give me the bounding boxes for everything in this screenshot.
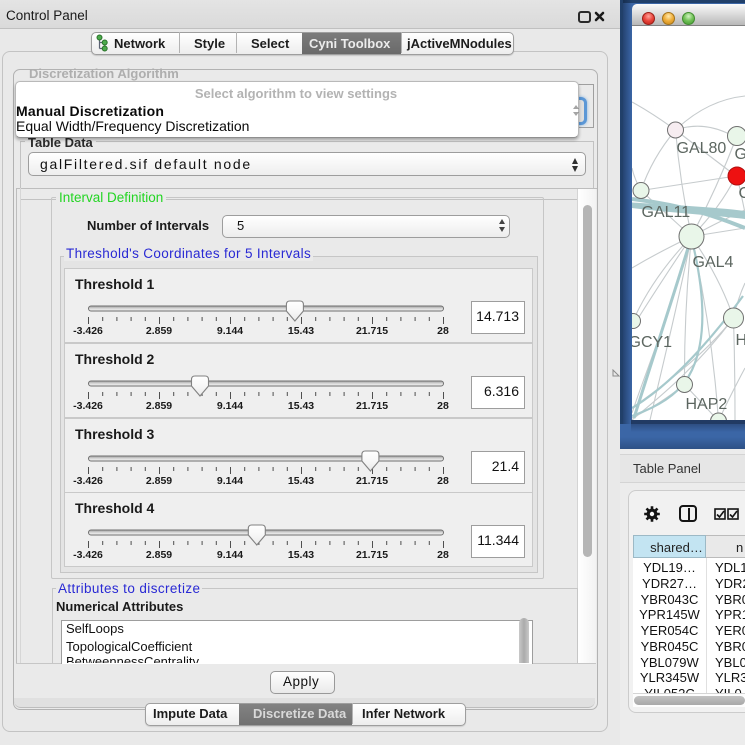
svg-text:GAL80: GAL80	[677, 140, 727, 157]
svg-text:28: 28	[437, 475, 449, 487]
svg-text:21.715: 21.715	[356, 400, 388, 412]
svg-text:2.859: 2.859	[146, 475, 172, 487]
svg-text:2.859: 2.859	[146, 400, 172, 412]
svg-text:21.715: 21.715	[356, 475, 388, 487]
svg-text:G.: G.	[735, 146, 745, 163]
svg-text:-3.426: -3.426	[73, 475, 103, 487]
svg-text:15.43: 15.43	[288, 400, 314, 412]
svg-text:2.859: 2.859	[146, 325, 172, 337]
svg-text:9.144: 9.144	[217, 325, 243, 337]
svg-text:28: 28	[437, 325, 449, 337]
svg-text:2.859: 2.859	[146, 549, 172, 561]
svg-text:HAP2: HAP2	[686, 396, 728, 413]
svg-text:28: 28	[437, 549, 449, 561]
svg-text:9.144: 9.144	[217, 400, 243, 412]
svg-text:-3.426: -3.426	[73, 325, 103, 337]
svg-text:C: C	[739, 185, 745, 202]
svg-text:-3.426: -3.426	[73, 400, 103, 412]
svg-text:15.43: 15.43	[288, 325, 314, 337]
svg-text:GCY1: GCY1	[632, 334, 672, 351]
svg-text:9.144: 9.144	[217, 549, 243, 561]
svg-text:GAL4: GAL4	[693, 254, 734, 271]
svg-text:15.43: 15.43	[288, 475, 314, 487]
svg-text:-3.426: -3.426	[73, 549, 103, 561]
svg-text:9.144: 9.144	[217, 475, 243, 487]
svg-text:15.43: 15.43	[288, 549, 314, 561]
svg-text:28: 28	[437, 400, 449, 412]
svg-text:H: H	[736, 332, 745, 349]
svg-text:21.715: 21.715	[356, 325, 388, 337]
svg-text:21.715: 21.715	[356, 549, 388, 561]
svg-text:GAL11: GAL11	[642, 204, 691, 221]
